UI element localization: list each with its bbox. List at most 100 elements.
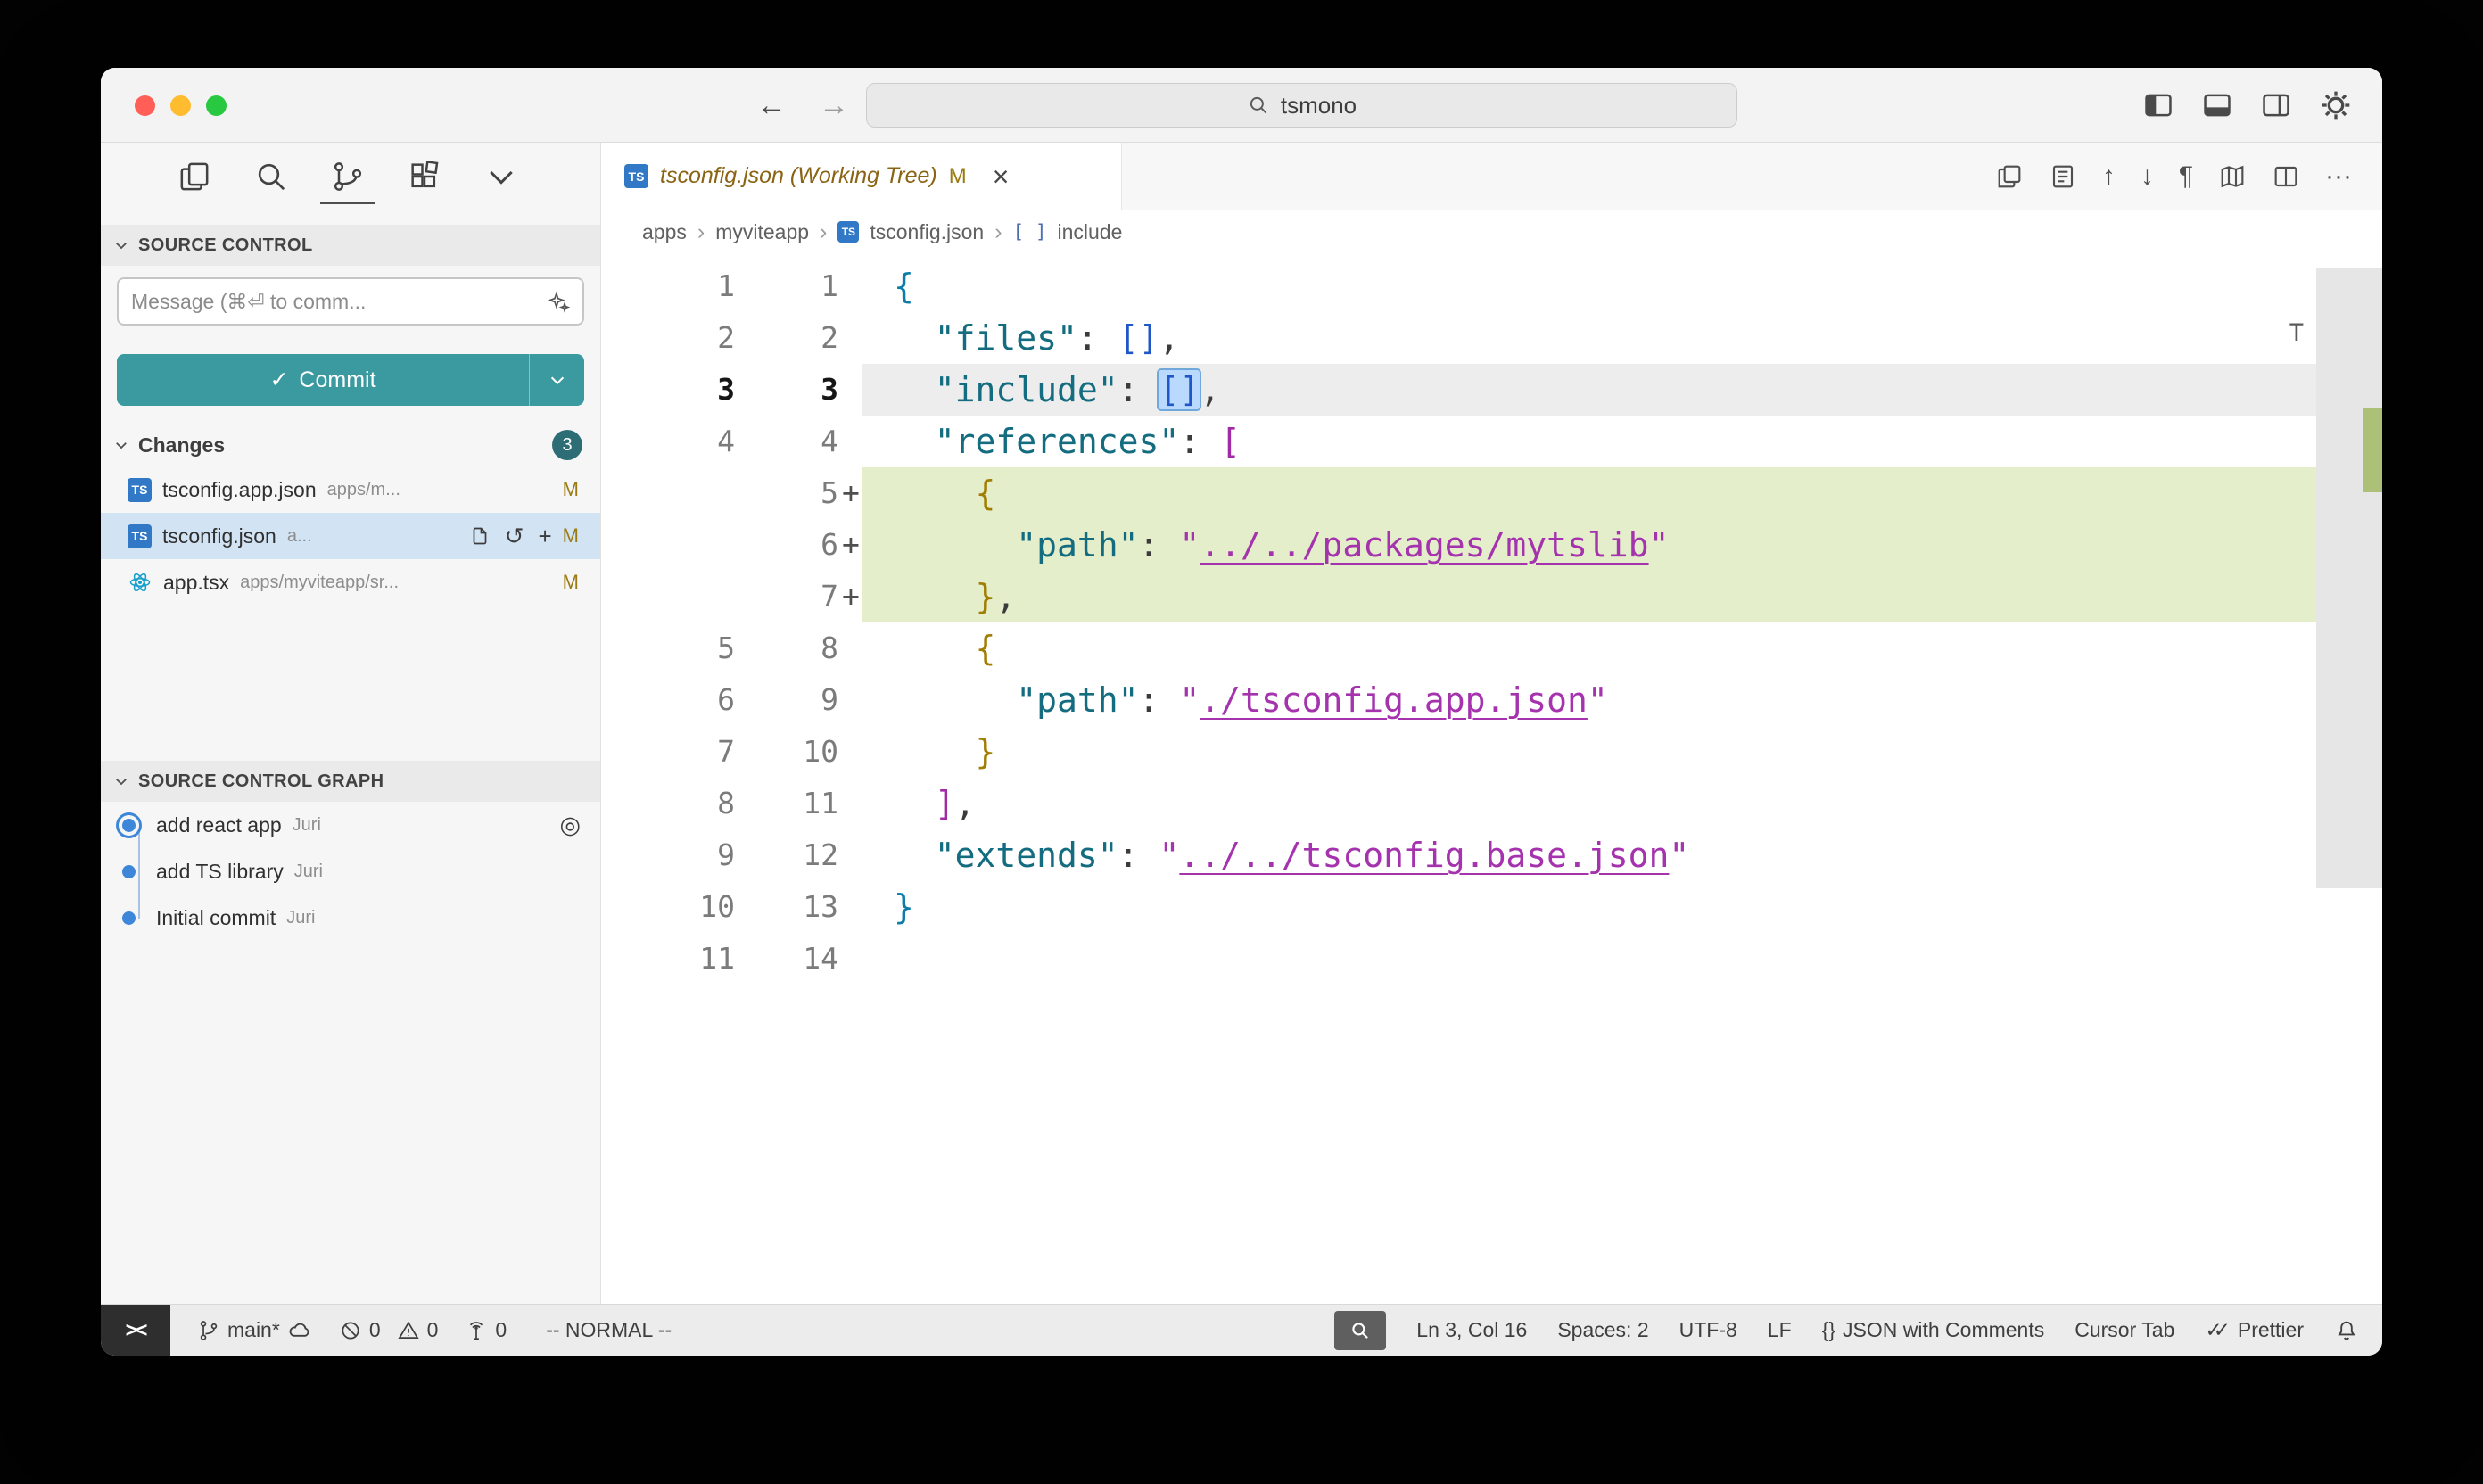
code-line-content: "references": [ [862,416,2316,467]
breadcrumb-item-myviteapp[interactable]: myviteapp [715,220,809,244]
commit-dropdown-button[interactable] [529,354,584,406]
tab-tsconfig-working-tree[interactable]: TS tsconfig.json (Working Tree) M × [601,143,1122,210]
modified-status-badge: M [563,571,579,594]
extensions-view-icon[interactable] [397,149,452,204]
chevron-down-icon [113,437,129,453]
explorer-icon[interactable] [167,149,222,204]
code-line[interactable]: 7+ }, [601,571,2382,622]
back-button[interactable]: ← [756,88,787,123]
line-number-modified: 8 [735,622,838,674]
code-line[interactable]: 58 { [601,622,2382,674]
minimap-toggle-icon[interactable] [2218,162,2247,191]
cursor-tab-indicator[interactable]: Cursor Tab [2075,1318,2174,1342]
close-tab-icon[interactable]: × [993,162,1010,191]
cursor-position-indicator[interactable]: Ln 3, Col 16 [1416,1318,1527,1342]
search-view-icon[interactable] [243,149,299,204]
breadcrumb-item-include[interactable]: include [1057,220,1122,244]
minimap[interactable] [2316,253,2382,1304]
commit-row[interactable]: add TS libraryJuri [101,848,600,895]
breadcrumb-item-tsconfig[interactable]: tsconfig.json [870,220,984,244]
errors-icon [339,1319,362,1342]
commit-message-input[interactable]: Message (⌘⏎ to comm... [117,277,584,326]
minimize-window-button[interactable] [170,95,191,116]
code-line[interactable]: 811 ], [601,778,2382,829]
file-row[interactable]: TStsconfig.app.jsonapps/m...M [101,466,600,513]
discard-changes-icon[interactable]: ↺ [505,524,524,548]
settings-gear-icon[interactable] [2318,87,2354,123]
branch-indicator[interactable]: main* [197,1318,312,1343]
language-mode-indicator[interactable]: {} JSON with Comments [1822,1318,2045,1342]
screencast-zoom-button[interactable] [1334,1311,1386,1350]
code-line[interactable]: 44 "references": [ [601,416,2382,467]
more-actions-icon[interactable]: ··· [2325,163,2352,190]
line-number-modified: 6 [735,519,838,571]
eol-indicator[interactable]: LF [1768,1318,1792,1342]
split-editor-icon[interactable] [2272,162,2300,191]
code-line[interactable]: 710 } [601,726,2382,778]
traffic-lights [135,68,227,143]
encoding-indicator[interactable]: UTF-8 [1679,1318,1737,1342]
code-line[interactable]: 912 "extends": "../../tsconfig.base.json… [601,829,2382,881]
commit-dot-icon [101,865,156,878]
toggle-panel-icon[interactable] [2200,88,2234,122]
line-number-original: 4 [601,416,735,467]
stage-changes-icon[interactable]: + [538,524,551,548]
source-control-header[interactable]: SOURCE CONTROL [101,225,600,266]
remote-indicator[interactable]: >< [101,1305,170,1356]
commit-row[interactable]: add react appJuri◎ [101,802,600,848]
code-editor[interactable]: 11{22 "files": [],33 "include": [],44 "r… [601,253,2382,1304]
notifications-bell-icon[interactable] [2334,1318,2359,1343]
code-line[interactable]: 11{ [601,260,2382,312]
maximize-window-button[interactable] [206,95,227,116]
close-window-button[interactable] [135,95,155,116]
open-file-icon[interactable] [469,525,491,547]
changes-section-header[interactable]: Changes 3 [101,424,600,466]
problems-indicator[interactable]: 0 0 [339,1318,439,1342]
target-icon[interactable]: ◎ [559,812,581,839]
code-line[interactable]: 33 "include": [], [601,364,2382,416]
code-line[interactable]: 22 "files": [], [601,312,2382,364]
minimap-text: T [2289,319,2304,347]
ports-indicator[interactable]: 0 [465,1318,507,1342]
breadcrumb-item-apps[interactable]: apps [642,220,687,244]
more-views-chevron-icon[interactable] [474,149,529,204]
next-change-icon[interactable]: ↓ [2141,163,2154,190]
code-line[interactable]: 6+ "path": "../../packages/mytslib" [601,519,2382,571]
added-line-marker [838,312,862,364]
code-line[interactable]: 1013} [601,881,2382,933]
code-line[interactable]: 5+ { [601,467,2382,519]
vim-mode-indicator[interactable]: -- NORMAL -- [546,1318,672,1342]
indentation-indicator[interactable]: Spaces: 2 [1557,1318,1648,1342]
line-number-modified: 2 [735,312,838,364]
open-file-icon[interactable] [2049,162,2077,191]
code-line-content: "files": [], [862,312,2316,364]
command-center-search[interactable]: tsmono [866,83,1737,128]
code-line-content: "include": [], [862,364,2316,416]
file-row[interactable]: app.tsxapps/myviteapp/sr...M [101,559,600,606]
source-control-graph-header[interactable]: SOURCE CONTROL GRAPH [101,761,600,802]
magnifier-icon [1349,1319,1372,1342]
commit-row[interactable]: Initial commitJuri [101,895,600,941]
toggle-primary-sidebar-icon[interactable] [2141,88,2175,122]
source-control-view-icon[interactable] [320,149,375,204]
file-name: tsconfig.json [162,524,276,548]
file-row[interactable]: TStsconfig.jsona... ↺+M [101,513,600,559]
added-line-marker: + [838,519,862,571]
forward-button[interactable]: → [819,88,849,123]
code-line[interactable]: 69 "path": "./tsconfig.app.json" [601,674,2382,726]
whitespace-toggle-icon[interactable]: ¶ [2179,163,2193,190]
minimap-slider[interactable] [2316,268,2382,888]
previous-change-icon[interactable]: ↑ [2102,163,2116,190]
code-line[interactable]: 1114 [601,933,2382,985]
commit-button[interactable]: ✓ Commit [117,354,584,406]
copilot-sparkle-icon[interactable] [547,290,570,313]
open-changes-icon[interactable] [1995,162,2024,191]
toggle-secondary-sidebar-icon[interactable] [2259,88,2293,122]
code-line-content: }, [862,571,2316,622]
code-line-content: } [862,881,2316,933]
code-line-content: "extends": "../../tsconfig.base.json" [862,829,2316,881]
chevron-down-icon [113,237,129,253]
line-number-modified: 9 [735,674,838,726]
added-line-marker [838,726,862,778]
formatter-indicator[interactable]: ✓✓ Prettier [2205,1318,2304,1342]
